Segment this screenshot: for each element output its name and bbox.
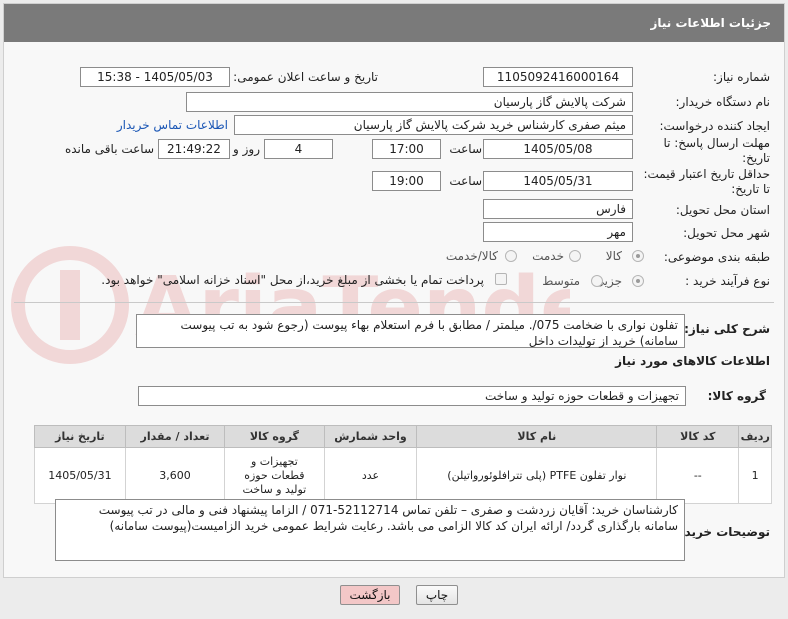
creator-field: میثم صفری کارشناس خرید شرکت پالایش گاز پ… <box>234 115 633 135</box>
treasury-payment-checkbox[interactable] <box>495 273 507 285</box>
buyer-contact-link[interactable]: اطلاعات تماس خریدار <box>117 118 228 132</box>
category-label: طبقه بندی موضوعی: <box>663 250 770 264</box>
back-button[interactable]: بازگشت <box>340 585 400 605</box>
city-field: مهر <box>483 222 633 242</box>
col-name: نام کالا <box>416 425 658 448</box>
cell-date: 1405/05/31 <box>34 447 126 504</box>
announce-label: تاریخ و ساعت اعلان عمومی: <box>233 70 378 84</box>
creator-label: ایجاد کننده درخواست: <box>659 119 770 133</box>
cell-code: -- <box>656 447 740 504</box>
category-radio-service[interactable] <box>569 250 581 262</box>
category-option-goods: کالا <box>605 249 622 263</box>
validity-time-label: ساعت <box>449 174 482 188</box>
province-label: استان محل تحویل: <box>675 203 770 217</box>
deadline-label: مهلت ارسال پاسخ: تا <box>663 136 770 150</box>
description-text: تفلون نواری با ضخامت 075/. میلمتر / مطاب… <box>180 318 678 348</box>
buyer-notes-textarea[interactable]: کارشناسان خرید: آقایان زردشت و صفری – تل… <box>55 499 685 561</box>
category-radio-both[interactable] <box>505 250 517 262</box>
process-label: نوع فرآیند خرید : <box>685 274 770 288</box>
print-button[interactable]: چاپ <box>416 585 458 605</box>
remaining-label: ساعت باقی مانده <box>64 142 154 156</box>
days-label: روز و <box>233 142 260 156</box>
goods-section-title: اطلاعات کالاهای مورد نیاز <box>615 354 770 368</box>
goods-group-field: تجهیزات و قطعات حوزه تولید و ساخت <box>138 386 686 406</box>
deadline-time-label: ساعت <box>449 142 482 156</box>
process-radio-minor[interactable] <box>632 275 644 287</box>
page-title: جزئیات اطلاعات نیاز <box>4 4 784 42</box>
need-number-label: شماره نیاز: <box>713 70 770 84</box>
remaining-time-field: 21:49:22 <box>158 139 230 159</box>
col-code: کد کالا <box>656 425 740 448</box>
province-field: فارس <box>483 199 633 219</box>
description-textarea[interactable]: تفلون نواری با ضخامت 075/. میلمتر / مطاب… <box>136 314 685 348</box>
description-label: شرح کلی نیاز: <box>684 322 770 336</box>
buyer-notes-text: کارشناسان خرید: آقایان زردشت و صفری – تل… <box>98 503 678 533</box>
goods-table: ردیف کد کالا نام کالا واحد شمارش گروه کا… <box>34 425 772 504</box>
treasury-payment-note: پرداخت تمام یا بخشی از مبلغ خرید،از محل … <box>101 273 484 287</box>
buyer-org-field: شرکت پالایش گاز پارسیان <box>186 92 633 112</box>
col-row: ردیف <box>738 425 772 448</box>
city-label: شهر محل تحویل: <box>683 226 770 240</box>
category-radio-goods[interactable] <box>632 250 644 262</box>
col-date: تاریخ نیاز <box>34 425 126 448</box>
col-qty: تعداد / مقدار <box>124 425 226 448</box>
deadline-time-field: 17:00 <box>372 139 441 159</box>
cell-unit: عدد <box>323 447 418 504</box>
col-unit: واحد شمارش <box>323 425 418 448</box>
category-option-both: کالا/خدمت <box>445 249 498 263</box>
deadline-label-2: تاریخ: <box>742 151 770 165</box>
category-option-service: خدمت <box>532 249 564 263</box>
process-radio-medium[interactable] <box>591 275 603 287</box>
cell-group: تجهیزات و قطعات حوزه تولید و ساخت <box>224 447 325 504</box>
process-option-medium: متوسط <box>542 274 580 288</box>
cell-qty: 3,600 <box>124 447 226 504</box>
announce-datetime-field: 1405/05/03 - 15:38 <box>80 67 230 87</box>
buyer-org-label: نام دستگاه خریدار: <box>675 95 771 109</box>
goods-group-label: گروه کالا: <box>707 389 766 403</box>
col-group: گروه کالا <box>224 425 325 448</box>
cell-row: 1 <box>738 447 772 504</box>
remaining-days-field: 4 <box>264 139 333 159</box>
validity-label: حداقل تاریخ اعتبار قیمت: <box>643 167 770 181</box>
table-row[interactable]: 1 -- نوار تفلون PTFE (پلی تترافلوئورواتی… <box>34 447 772 504</box>
validity-date-field: 1405/05/31 <box>483 171 633 191</box>
cell-name: نوار تفلون PTFE (پلی تترافلوئورواتیلن) <box>416 447 658 504</box>
validity-label-2: تا تاریخ: <box>731 182 770 196</box>
validity-time-field: 19:00 <box>372 171 441 191</box>
deadline-date-field: 1405/05/08 <box>483 139 633 159</box>
table-header-row: ردیف کد کالا نام کالا واحد شمارش گروه کا… <box>34 425 772 448</box>
need-number-field: 1105092416000164 <box>483 67 633 87</box>
divider <box>14 302 774 303</box>
